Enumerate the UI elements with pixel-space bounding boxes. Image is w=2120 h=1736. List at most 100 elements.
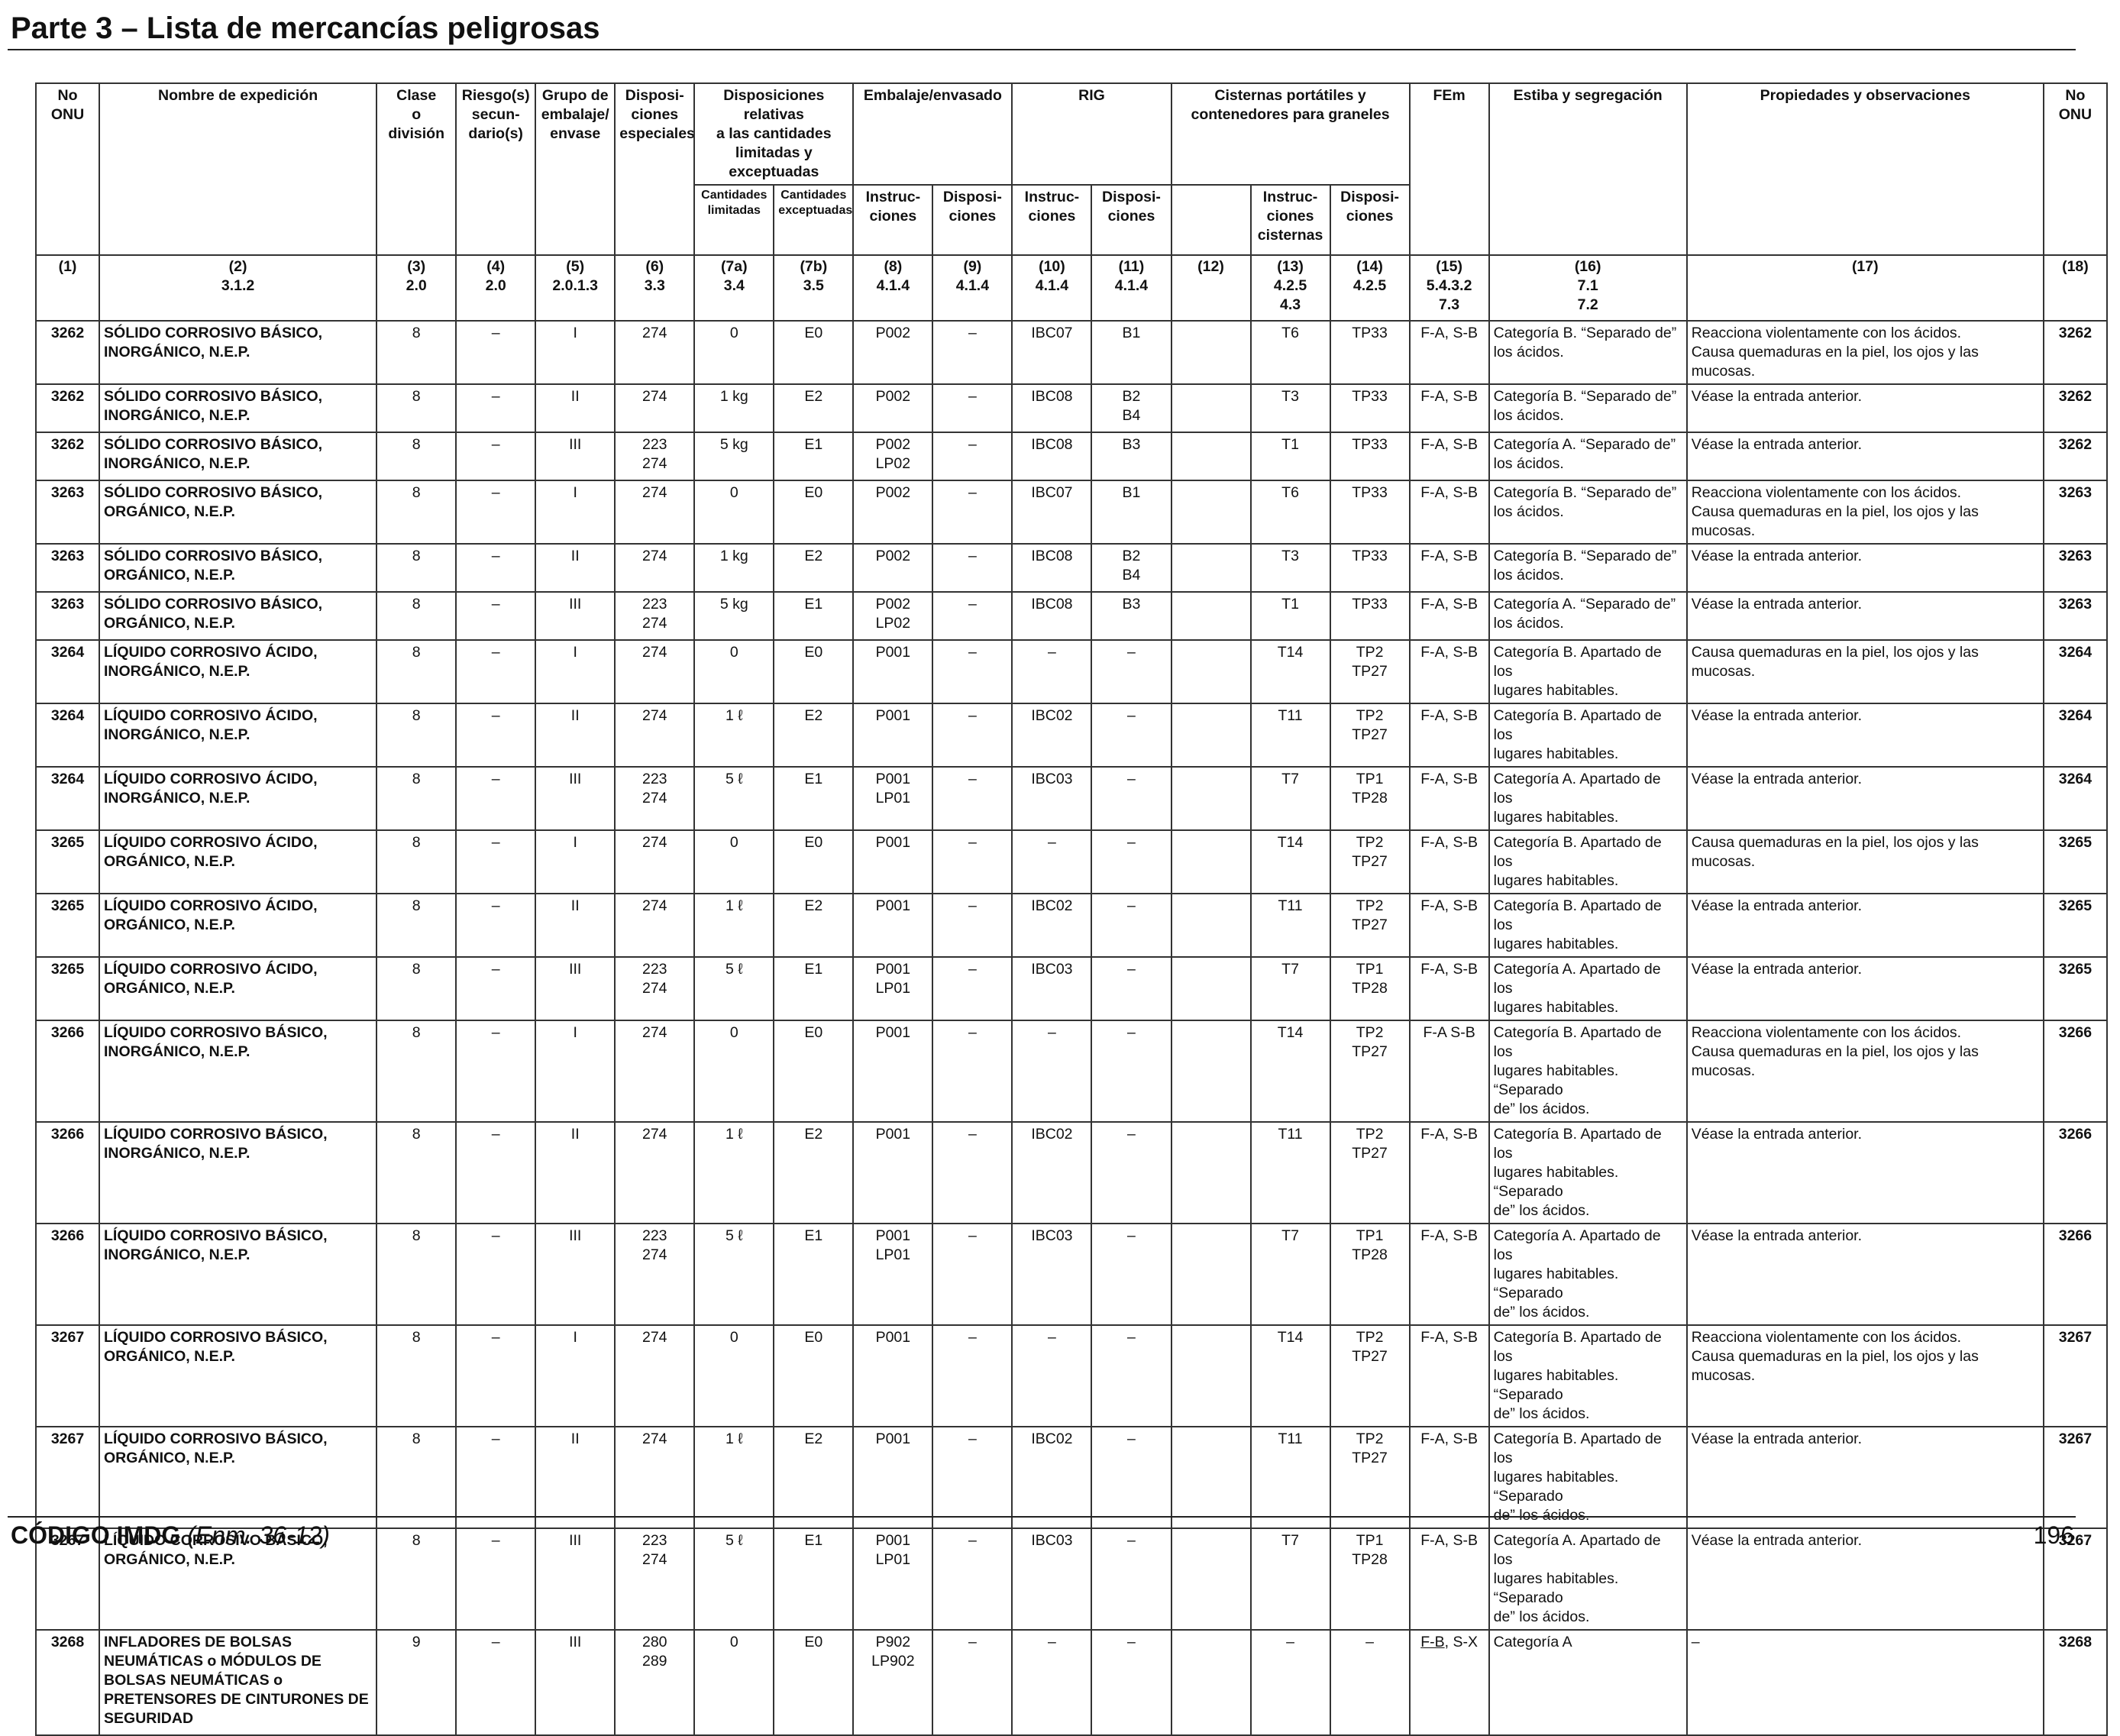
cell-rig-disposiciones: – [1091, 703, 1172, 768]
cell-no-onu: 3267 [34, 1426, 101, 1529]
cell-cisternas-instrucciones: T7 [1249, 956, 1331, 1021]
header-embalaje-disposiciones: Disposi- ciones [932, 184, 1013, 256]
cell-cisternas-col12 [1170, 480, 1252, 545]
cell-cisternas-instrucciones: T14 [1249, 1324, 1331, 1427]
table-row: 3264 LÍQUIDO CORROSIVO ÁCIDO, INORGÁNICO,… [34, 703, 2109, 768]
cell-disposiciones-especiales: 223 274 [614, 956, 696, 1021]
column-number-row: (1) (2) 3.1.2 (3) 2.0 (4) 2.0 (5) 2.0.1.3 (6)… [34, 254, 2109, 322]
header-clase: Clase o división [376, 82, 457, 256]
cell-propiedades: Reacciona violentamente con los ácidos. … [1685, 1324, 2044, 1427]
cell-disposiciones-especiales: 274 [614, 543, 696, 593]
cell-disposiciones-especiales: 274 [614, 480, 696, 545]
cell-cisternas-disposiciones: TP33 [1329, 432, 1411, 481]
cell-disposiciones-especiales: 274 [614, 320, 696, 385]
cell-fem: F-A, S-B [1408, 766, 1490, 831]
cell-embalaje-instrucciones: P001 [852, 829, 934, 894]
cell-fem: F-A, S-B [1408, 1426, 1490, 1529]
cell-embalaje-disposiciones: – [932, 591, 1013, 641]
column-number: (5) 2.0.1.3 [535, 254, 616, 322]
cell-no-onu: 3262 [34, 432, 101, 481]
column-number: (7b) 3.5 [773, 254, 855, 322]
cell-rig-disposiciones: B3 [1091, 432, 1172, 481]
cell-embalaje-disposiciones: – [932, 1121, 1013, 1224]
cell-nombre-expedicion: LÍQUIDO CORROSIVO BÁSICO, INORGÁNICO, N.… [99, 1223, 378, 1326]
cell-fem: F-A, S-B [1408, 1324, 1490, 1427]
cell-embalaje-disposiciones: – [932, 1426, 1013, 1529]
cell-embalaje-disposiciones: – [932, 383, 1013, 433]
cell-no-onu-right: 3264 [2042, 639, 2109, 704]
cell-disposiciones-especiales: 274 [614, 1426, 696, 1529]
cell-rig-instrucciones: IBC07 [1011, 480, 1093, 545]
cell-clase: 8 [376, 1426, 457, 1529]
cell-cantidades-exceptuadas: E1 [773, 956, 855, 1021]
cell-cisternas-instrucciones: T1 [1249, 591, 1331, 641]
cell-no-onu: 3266 [34, 1223, 101, 1326]
cell-cantidades-limitadas: 0 [693, 829, 775, 894]
cell-embalaje-instrucciones: P001 [852, 1020, 934, 1123]
cell-embalaje-instrucciones: P002 [852, 383, 934, 433]
cell-disposiciones-especiales: 274 [614, 1020, 696, 1123]
cell-embalaje-instrucciones: P001 LP01 [852, 766, 934, 831]
cell-embalaje-disposiciones: – [932, 766, 1013, 831]
cell-embalaje-disposiciones: – [932, 1324, 1013, 1427]
cell-nombre-expedicion: SÓLIDO CORROSIVO BÁSICO, ORGÁNICO, N.E.P… [99, 591, 378, 641]
cell-cisternas-instrucciones: T3 [1249, 543, 1331, 593]
cell-estiba: Categoría B. “Separado de” los ácidos. [1488, 480, 1688, 545]
cell-grupo-embalaje: III [535, 766, 616, 831]
cell-no-onu-right: 3263 [2042, 480, 2109, 545]
cell-rig-disposiciones: – [1091, 1324, 1172, 1427]
cell-estiba: Categoría B. Apartado de los lugares hab… [1488, 1426, 1688, 1529]
cell-cisternas-instrucciones: T14 [1249, 639, 1331, 704]
cell-clase: 8 [376, 1121, 457, 1224]
cell-cantidades-limitadas: 0 [693, 639, 775, 704]
cell-embalaje-disposiciones: – [932, 893, 1013, 958]
cell-estiba: Categoría B. “Separado de” los ácidos. [1488, 383, 1688, 433]
column-number: (10) 4.1.4 [1011, 254, 1093, 322]
cell-nombre-expedicion: LÍQUIDO CORROSIVO ÁCIDO, INORGÁNICO, N.E… [99, 703, 378, 768]
cell-riesgo-secundario: – [455, 320, 537, 385]
cell-cisternas-disposiciones: TP33 [1329, 591, 1411, 641]
table-row: 3265 LÍQUIDO CORROSIVO ÁCIDO, ORGÁNICO, N… [34, 956, 2109, 1021]
cell-propiedades: Véase la entrada anterior. [1685, 543, 2044, 593]
cell-cisternas-instrucciones: T7 [1249, 1223, 1331, 1326]
cell-grupo-embalaje: II [535, 1426, 616, 1529]
header-embalaje-envasado: Embalaje/envasado [852, 82, 1013, 186]
cell-cantidades-exceptuadas: E2 [773, 1426, 855, 1529]
cell-rig-instrucciones: IBC03 [1011, 766, 1093, 831]
cell-riesgo-secundario: – [455, 1426, 537, 1529]
cell-rig-instrucciones: – [1011, 639, 1093, 704]
cell-propiedades: Véase la entrada anterior. [1685, 956, 2044, 1021]
cell-rig-disposiciones: – [1091, 893, 1172, 958]
cell-disposiciones-especiales: 223 274 [614, 591, 696, 641]
cell-fem: F-A, S-B [1408, 320, 1490, 385]
cell-cantidades-limitadas: 0 [693, 480, 775, 545]
cell-rig-instrucciones: IBC03 [1011, 1527, 1093, 1631]
cell-nombre-expedicion: LÍQUIDO CORROSIVO ÁCIDO, INORGÁNICO, N.E… [99, 639, 378, 704]
cell-embalaje-instrucciones: P002 LP02 [852, 432, 934, 481]
cell-cantidades-limitadas: 1 ℓ [693, 1121, 775, 1224]
cell-rig-disposiciones: – [1091, 956, 1172, 1021]
cell-cantidades-limitadas: 0 [693, 1629, 775, 1736]
cell-disposiciones-especiales: 274 [614, 893, 696, 958]
cell-estiba: Categoría A. Apartado de los lugares hab… [1488, 1527, 1688, 1631]
cell-cantidades-limitadas: 5 ℓ [693, 1223, 775, 1326]
cell-nombre-expedicion: LÍQUIDO CORROSIVO BÁSICO, INORGÁNICO, N.… [99, 1121, 378, 1224]
cell-grupo-embalaje: I [535, 1324, 616, 1427]
cell-embalaje-instrucciones: P001 [852, 639, 934, 704]
table-row: 3268 INFLADORES DE BOLSAS NEUMÁTICAS o MÓ… [34, 1629, 2109, 1736]
column-number: (13) 4.2.5 4.3 [1249, 254, 1331, 322]
cell-clase: 8 [376, 1527, 457, 1631]
cell-estiba: Categoría B. Apartado de los lugares hab… [1488, 893, 1688, 958]
cell-disposiciones-especiales: 274 [614, 1121, 696, 1224]
cell-propiedades: Véase la entrada anterior. [1685, 432, 2044, 481]
title-divider [8, 49, 2076, 50]
cell-cantidades-limitadas: 1 ℓ [693, 1426, 775, 1529]
cell-nombre-expedicion: LÍQUIDO CORROSIVO ÁCIDO, ORGÁNICO, N.E.P… [99, 893, 378, 958]
cell-fem: F-A, S-B [1408, 639, 1490, 704]
cell-no-onu: 3263 [34, 591, 101, 641]
cell-fem: F-A, S-B [1408, 591, 1490, 641]
cell-cantidades-limitadas: 5 kg [693, 591, 775, 641]
table-row: 3263 SÓLIDO CORROSIVO BÁSICO, ORGÁNICO, N… [34, 480, 2109, 545]
cell-grupo-embalaje: I [535, 829, 616, 894]
cell-riesgo-secundario: – [455, 1020, 537, 1123]
